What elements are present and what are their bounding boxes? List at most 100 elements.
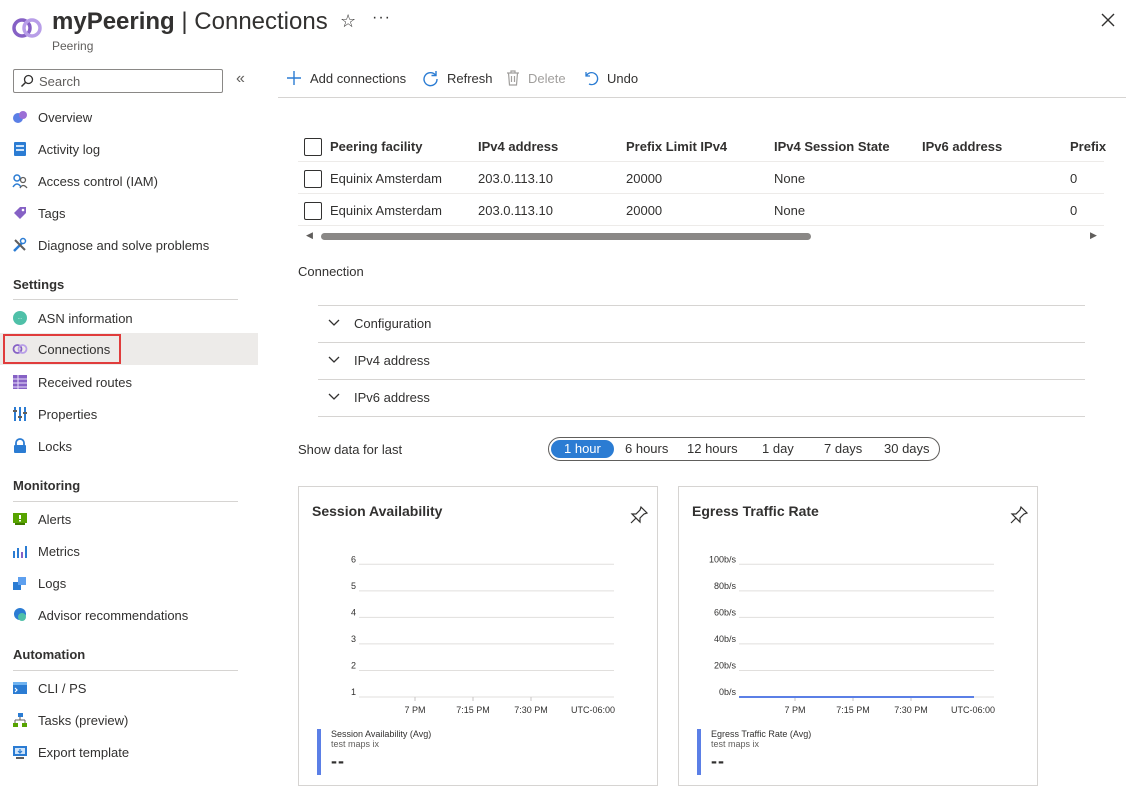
accordion-label: IPv4 address (354, 352, 430, 368)
sidebar-item-logs[interactable]: Logs (0, 567, 258, 599)
sidebar-item-cli[interactable]: CLI / PS (0, 672, 258, 704)
session-availability-card[interactable]: Session Availability 1 2 3 4 5 6 7 PM 7:15 PM 7:… (298, 486, 658, 786)
page-title: myPeering | Connections (52, 8, 328, 35)
sidebar-item-label: Activity log (38, 141, 101, 157)
ipv6-address-accordion[interactable]: IPv6 address (318, 379, 1085, 415)
chevron-down-icon (328, 393, 342, 401)
iam-icon (12, 173, 28, 189)
x-tick-label: 7:15 PM (836, 705, 870, 715)
tasks-icon (12, 712, 28, 728)
table-cell: 0 (1070, 171, 1078, 186)
table-cell: None (774, 171, 806, 186)
peering-icon (12, 18, 42, 38)
chart-title: Session Availability (312, 503, 443, 519)
sidebar-item-locks[interactable]: Locks (0, 430, 258, 462)
collapse-icon[interactable]: « (236, 70, 245, 88)
time-option-1-day[interactable]: 1 day (762, 441, 794, 456)
sidebar-item-received-routes[interactable]: Received routes (0, 366, 258, 398)
sidebar-item-connections[interactable]: Connections (0, 333, 258, 365)
delete-label: Delete (528, 70, 566, 86)
horizontal-scrollbar[interactable]: ◀ ▶ (298, 230, 1104, 242)
table-row[interactable]: Equinix Amsterdam 203.0.113.10 20000 Non… (298, 162, 1104, 194)
refresh-button[interactable]: Refresh (422, 70, 493, 87)
sidebar-item-alerts[interactable]: Alerts (0, 503, 258, 535)
table-cell: None (774, 203, 806, 218)
y-tick-label: 0b/s (719, 687, 737, 697)
page-subtitle: Peering (52, 39, 94, 53)
activity-log-icon (12, 141, 28, 157)
tag-icon (12, 205, 28, 221)
sidebar-item-label: Access control (IAM) (38, 173, 158, 189)
search-box[interactable] (13, 69, 223, 93)
y-tick-label: 20b/s (714, 660, 737, 670)
pin-icon[interactable] (629, 505, 649, 525)
row-checkbox[interactable] (304, 170, 322, 188)
divider (13, 670, 238, 671)
lock-icon (12, 438, 28, 454)
column-header[interactable]: IPv4 address (478, 139, 558, 154)
add-connections-button[interactable]: Add connections (286, 70, 406, 86)
table-row[interactable]: Equinix Amsterdam 203.0.113.10 20000 Non… (298, 194, 1104, 226)
search-input[interactable] (39, 73, 209, 89)
star-icon[interactable]: ☆ (340, 11, 356, 32)
row-checkbox[interactable] (304, 202, 322, 220)
x-tick-label: UTC-06:00 (951, 705, 995, 715)
table-cell: Equinix Amsterdam (330, 203, 442, 218)
sidebar-item-tasks[interactable]: Tasks (preview) (0, 704, 258, 736)
chart-legend[interactable]: Session Availability (Avg) test maps ix … (317, 729, 431, 775)
chart-legend[interactable]: Egress Traffic Rate (Avg) test maps ix -… (697, 729, 811, 775)
column-header[interactable]: IPv6 address (922, 139, 1002, 154)
x-tick-label: 7 PM (404, 705, 425, 715)
column-header[interactable]: Prefix (1070, 139, 1106, 154)
advisor-icon (12, 607, 28, 623)
sidebar-item-metrics[interactable]: Metrics (0, 535, 258, 567)
command-bar: Add connections Refresh Delete Undo (278, 60, 1126, 98)
scroll-left-icon[interactable]: ◀ (306, 230, 313, 241)
sidebar-item-tags[interactable]: Tags (0, 197, 258, 229)
time-option-12-hours[interactable]: 12 hours (687, 441, 738, 456)
time-option-6-hours[interactable]: 6 hours (625, 441, 668, 456)
x-tick-label: 7:30 PM (514, 705, 548, 715)
undo-button[interactable]: Undo (583, 70, 638, 86)
sidebar-item-properties[interactable]: Properties (0, 398, 258, 430)
refresh-label: Refresh (447, 71, 493, 86)
sidebar-item-asn[interactable]: ··· ASN information (0, 302, 258, 334)
time-option-7-days[interactable]: 7 days (824, 441, 862, 456)
sidebar-item-label: Locks (38, 438, 72, 454)
column-header[interactable]: IPv4 Session State (774, 139, 890, 154)
cli-icon (12, 680, 28, 696)
table-cell: 20000 (626, 171, 663, 186)
column-header[interactable]: Peering facility (330, 139, 422, 154)
more-icon[interactable]: ··· (372, 9, 391, 27)
sidebar-item-export-template[interactable]: Export template (0, 736, 258, 768)
sidebar-item-diagnose[interactable]: Diagnose and solve problems (0, 229, 258, 261)
time-option-1-hour[interactable]: 1 hour (551, 440, 614, 458)
page-header: myPeering | Connections Peering ☆ ··· (0, 0, 1128, 60)
sidebar-item-label: Export template (38, 744, 130, 760)
sidebar-item-advisor[interactable]: Advisor recommendations (0, 599, 258, 631)
sidebar-item-iam[interactable]: Access control (IAM) (0, 165, 258, 197)
routes-icon (12, 374, 28, 390)
highlight-box (3, 334, 121, 364)
pin-icon[interactable] (1009, 505, 1029, 525)
select-all-checkbox[interactable] (304, 138, 322, 156)
scrollbar-thumb[interactable] (321, 233, 811, 240)
section-settings: Settings (13, 277, 65, 292)
y-tick-label: 5 (351, 581, 356, 591)
egress-traffic-rate-card[interactable]: Egress Traffic Rate 0b/s 20b/s 40b/s 60b/s 8… (678, 486, 1038, 786)
sidebar-item-overview[interactable]: Overview (0, 101, 258, 133)
table-cell: 203.0.113.10 (478, 203, 553, 218)
close-icon[interactable] (1099, 11, 1117, 29)
y-tick-label: 4 (351, 607, 356, 617)
connections-table: Peering facility IPv4 address Prefix Lim… (298, 130, 1106, 226)
y-tick-label: 80b/s (714, 581, 737, 591)
column-header[interactable]: Prefix Limit IPv4 (626, 139, 727, 154)
delete-button[interactable]: Delete (506, 70, 566, 86)
sidebar-item-activity-log[interactable]: Activity log (0, 133, 258, 165)
ipv4-address-accordion[interactable]: IPv4 address (318, 342, 1085, 378)
configuration-accordion[interactable]: Configuration (318, 305, 1085, 341)
y-tick-label: 6 (351, 554, 356, 564)
scroll-right-icon[interactable]: ▶ (1090, 230, 1097, 241)
legend-resource: test maps ix (331, 739, 380, 749)
time-option-30-days[interactable]: 30 days (884, 441, 930, 456)
